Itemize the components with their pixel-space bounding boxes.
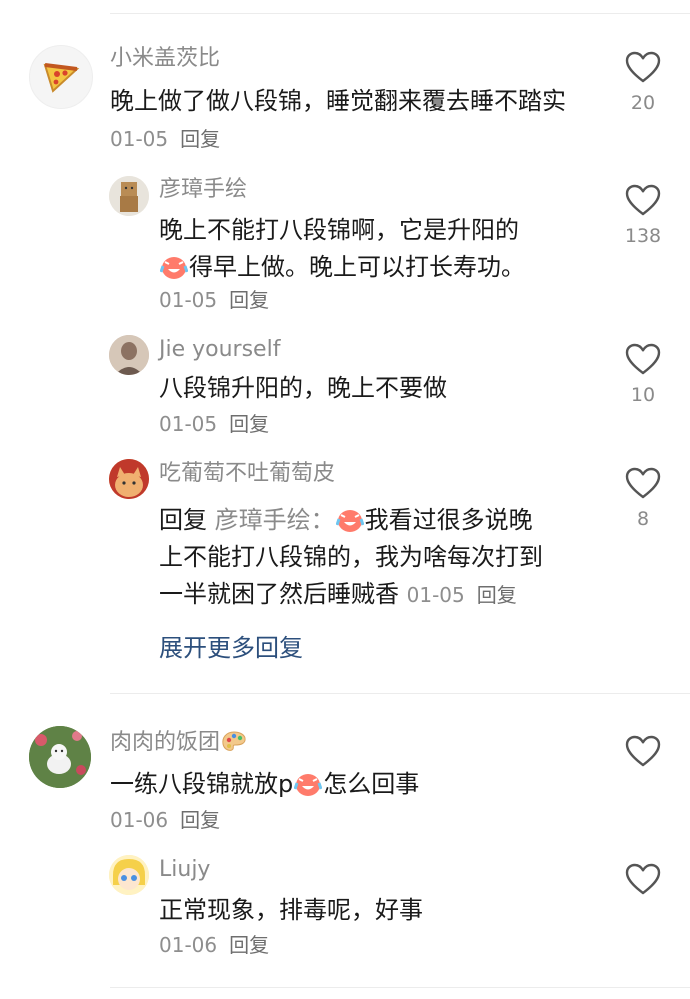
like-count: 10	[630, 384, 656, 406]
reply-date: 01-05	[159, 288, 218, 312]
reply-text: 晚上不能打八段锦啊，它是升阳的 得早上做。晚上可以打长寿功。	[159, 212, 599, 286]
username[interactable]: 小米盖茨比	[110, 44, 220, 74]
reply-button[interactable]: 回复	[229, 288, 269, 312]
anime-character-icon	[109, 855, 149, 895]
reply-button[interactable]: 回复	[477, 583, 517, 607]
avatar[interactable]	[109, 176, 149, 216]
reply-date: 01-05	[406, 583, 465, 607]
avatar[interactable]	[29, 45, 93, 109]
crying-laughing-emoji-icon	[294, 774, 323, 796]
reply-button[interactable]: 回复	[180, 127, 220, 151]
reply-body-line2: 得早上做。晚上可以打长寿功。	[189, 253, 525, 281]
reply-prefix: 回复	[159, 506, 207, 534]
like-button[interactable]	[608, 735, 678, 768]
reply-date: 01-06	[159, 933, 218, 957]
username[interactable]: 彦璋手绘	[159, 175, 247, 205]
cardboard-figure-icon	[109, 176, 149, 216]
like-count: 138	[624, 225, 662, 247]
comment-body-part1: 一练八段锦就放p	[110, 770, 294, 798]
cat-photo-icon	[109, 459, 149, 499]
divider	[110, 693, 690, 694]
crying-laughing-emoji-icon	[160, 257, 188, 279]
like-count: 20	[630, 92, 656, 114]
comment-date: 01-05	[110, 127, 169, 151]
comment-text: 晚上做了做八段锦，睡觉翻来覆去睡不踏实 01-05 回复	[110, 83, 590, 158]
avatar[interactable]	[29, 726, 91, 788]
like-button[interactable]: 8	[608, 467, 678, 530]
heart-outline-icon	[625, 863, 661, 895]
reply-text: 八段锦升阳的，晚上不要做	[159, 374, 447, 402]
reply-meta: 01-05 回复	[159, 409, 269, 439]
like-count: 8	[636, 508, 650, 530]
comment-body-part2: 怎么回事	[323, 770, 420, 798]
reply-meta: 01-06 回复	[159, 930, 269, 960]
comment-text: 一练八段锦就放p 怎么回事	[110, 766, 590, 803]
crying-laughing-emoji-icon	[335, 510, 364, 532]
username[interactable]: 肉肉的饭团	[110, 728, 248, 758]
reply-body-line2: 上不能打八段锦的，我为啥每次打到	[159, 543, 543, 571]
reply-body-line1: 我看过很多说晚	[364, 506, 533, 534]
like-button[interactable]	[608, 863, 678, 896]
heart-outline-icon	[625, 343, 661, 375]
heart-outline-icon	[625, 735, 661, 767]
comment-meta: 01-06 回复	[110, 805, 220, 835]
heart-outline-icon	[625, 51, 661, 83]
palette-emoji-icon	[222, 731, 246, 751]
reply-button[interactable]: 回复	[180, 808, 220, 832]
like-button[interactable]: 20	[608, 51, 678, 114]
reply-meta: 01-05 回复	[407, 583, 517, 607]
comment-date: 01-06	[110, 808, 169, 832]
mention-username[interactable]: 彦璋手绘：	[215, 506, 335, 534]
reply-text: 回复 彦璋手绘： 我看过很多说晚 上不能打八段锦的，我为啥每次打到 一半就困了然后…	[159, 502, 609, 614]
divider-top	[110, 13, 690, 14]
reply-date: 01-05	[159, 412, 218, 436]
heart-outline-icon	[625, 184, 661, 216]
username[interactable]: Liujy	[159, 855, 210, 885]
person-photo-icon	[109, 335, 149, 375]
reply-body-line3: 一半就困了然后睡贼香	[159, 580, 399, 608]
reply-meta: 01-05 回复	[159, 285, 269, 315]
reply-text: 正常现象，排毒呢，好事	[159, 896, 423, 924]
like-button[interactable]: 10	[608, 343, 678, 406]
avatar[interactable]	[109, 855, 149, 895]
expand-more-replies-link[interactable]: 展开更多回复	[159, 631, 303, 665]
username[interactable]: Jie yourself	[159, 335, 280, 365]
heart-outline-icon	[625, 467, 661, 499]
comment-meta: 01-05 回复	[110, 127, 220, 151]
reply-button[interactable]: 回复	[229, 933, 269, 957]
cat-in-garden-icon	[29, 726, 91, 788]
reply-button[interactable]: 回复	[229, 412, 269, 436]
divider-bottom	[110, 987, 690, 988]
username[interactable]: 吃葡萄不吐葡萄皮	[159, 459, 335, 489]
username-text: 肉肉的饭团	[110, 730, 221, 755]
avatar[interactable]	[109, 459, 149, 499]
avatar[interactable]	[109, 335, 149, 375]
pizza-icon	[43, 63, 80, 93]
like-button[interactable]: 138	[608, 184, 678, 247]
comment-body: 晚上做了做八段锦，睡觉翻来覆去睡不踏实	[110, 87, 566, 115]
reply-body-line1: 晚上不能打八段锦啊，它是升阳的	[159, 216, 519, 244]
